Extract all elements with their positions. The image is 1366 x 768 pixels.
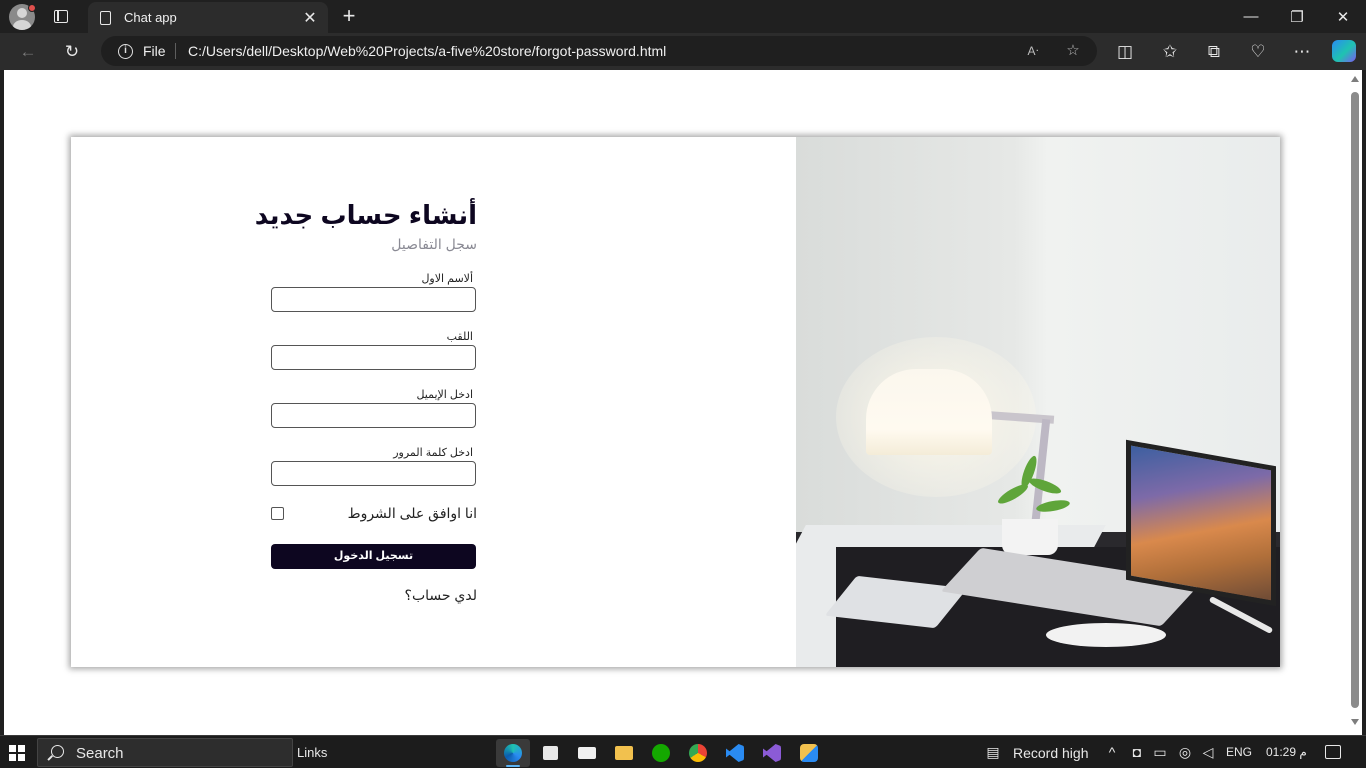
password-input[interactable] — [271, 461, 476, 486]
scroll-down-icon[interactable] — [1351, 719, 1359, 725]
battery-icon[interactable]: ▭ — [1151, 744, 1169, 761]
maximize-button[interactable]: ❐ — [1274, 0, 1320, 33]
have-account-link[interactable]: لدي حساب؟ — [405, 587, 477, 604]
tab-close-icon[interactable]: ✕ — [302, 8, 318, 28]
visual-studio-icon[interactable] — [755, 739, 789, 767]
more-icon[interactable]: ⋯ — [1289, 39, 1315, 65]
minimize-button[interactable]: — — [1228, 0, 1274, 33]
page-title: أنشاء حساب جديد — [254, 200, 477, 230]
language-indicator[interactable]: ENG — [1226, 745, 1252, 759]
notifications-icon[interactable] — [1325, 745, 1341, 759]
last-name-label: اللقب — [446, 331, 473, 343]
address-bar[interactable]: i File C:/Users/dell/Desktop/Web%20Proje… — [101, 36, 1097, 66]
chrome-icon[interactable] — [681, 739, 715, 767]
back-icon[interactable]: ← — [15, 39, 41, 65]
windows-taskbar: Search Links ▤ Record high ^ ◘ ▭ ◎ ◁ ENG… — [0, 735, 1366, 768]
password-label: ادخل كلمة المرور — [393, 447, 473, 459]
last-name-input[interactable] — [271, 345, 476, 370]
volume-icon[interactable]: ◁ — [1199, 744, 1217, 761]
file-explorer-icon[interactable] — [607, 739, 641, 767]
collections-icon[interactable]: ⧉ — [1201, 39, 1227, 65]
email-label: ادخل الإيميل — [416, 389, 473, 401]
laptop-screen — [1126, 439, 1276, 607]
windows-start-icon[interactable] — [9, 745, 25, 761]
copilot-icon[interactable] — [1332, 40, 1356, 62]
new-tab-button[interactable]: + — [338, 4, 360, 28]
terms-checkbox[interactable] — [271, 507, 284, 520]
favorite-star-icon[interactable]: ☆ — [1063, 41, 1083, 61]
taskbar-search-box[interactable]: Search — [37, 738, 293, 767]
desk-laptop-lamp-photo — [796, 137, 1280, 667]
store-icon[interactable] — [533, 739, 567, 767]
scheme-label: File — [143, 43, 166, 59]
camera-icon[interactable]: ◘ — [1128, 744, 1146, 760]
submit-button[interactable]: تسجيل الدخول — [271, 544, 476, 569]
tab-title: Chat app — [124, 10, 177, 25]
edge-icon[interactable] — [496, 739, 530, 767]
first-name-label: ألاسم الاول — [421, 273, 473, 285]
tab-actions-icon[interactable] — [47, 3, 75, 31]
sticky-app-icon[interactable] — [792, 739, 826, 767]
widgets-icon[interactable]: ▤ — [982, 744, 1004, 761]
scroll-up-icon[interactable] — [1351, 76, 1359, 82]
mouse — [1046, 623, 1166, 647]
lamp-shade — [866, 369, 992, 455]
browser-toolbar: ← ↻ i File C:/Users/dell/Desktop/Web%20P… — [0, 33, 1366, 70]
window-edge — [1362, 70, 1366, 735]
upwork-icon[interactable] — [644, 739, 678, 767]
url-text[interactable]: C:/Users/dell/Desktop/Web%20Projects/a-f… — [188, 43, 666, 59]
browser-title-bar: Chat app ✕ + — ❐ ✕ — [0, 0, 1366, 33]
signup-card: أنشاء حساب جديد سجل التفاصيل ألاسم الاول… — [71, 137, 1280, 667]
widget-label[interactable]: Record high — [1013, 745, 1089, 761]
search-icon — [51, 745, 64, 758]
read-aloud-icon[interactable]: Aᐧ — [1023, 41, 1043, 61]
mail-icon[interactable] — [570, 739, 604, 767]
close-window-button[interactable]: ✕ — [1320, 0, 1366, 33]
split-screen-icon[interactable]: ◫ — [1112, 39, 1138, 65]
site-info-icon[interactable]: i — [118, 44, 133, 59]
email-input[interactable] — [271, 403, 476, 428]
browser-essentials-icon[interactable]: ♡ — [1245, 39, 1271, 65]
refresh-icon[interactable]: ↻ — [59, 39, 85, 65]
chevron-up-icon[interactable]: ^ — [1103, 744, 1121, 760]
first-name-input[interactable] — [271, 287, 476, 312]
address-separator — [175, 43, 176, 59]
page-subtitle: سجل التفاصيل — [391, 236, 477, 252]
vscode-icon[interactable] — [718, 739, 752, 767]
browser-tab[interactable]: Chat app ✕ — [88, 2, 328, 33]
plant-pot — [1002, 519, 1058, 555]
profile-status-dot — [28, 4, 36, 12]
terms-label: انا اوافق على الشروط — [347, 505, 477, 521]
scroll-thumb[interactable] — [1351, 92, 1359, 708]
favorites-icon[interactable]: ✩ — [1157, 39, 1183, 65]
search-placeholder: Search — [76, 745, 124, 762]
page-viewport: أنشاء حساب جديد سجل التفاصيل ألاسم الاول… — [4, 70, 1348, 735]
clock[interactable]: 01:29 م — [1266, 745, 1307, 759]
page-scrollbar[interactable] — [1348, 70, 1362, 735]
links-toolbar[interactable]: Links — [297, 745, 327, 760]
network-globe-icon[interactable]: ◎ — [1176, 744, 1194, 761]
plant-leaf — [1027, 475, 1063, 497]
page-doc-icon — [100, 10, 111, 25]
